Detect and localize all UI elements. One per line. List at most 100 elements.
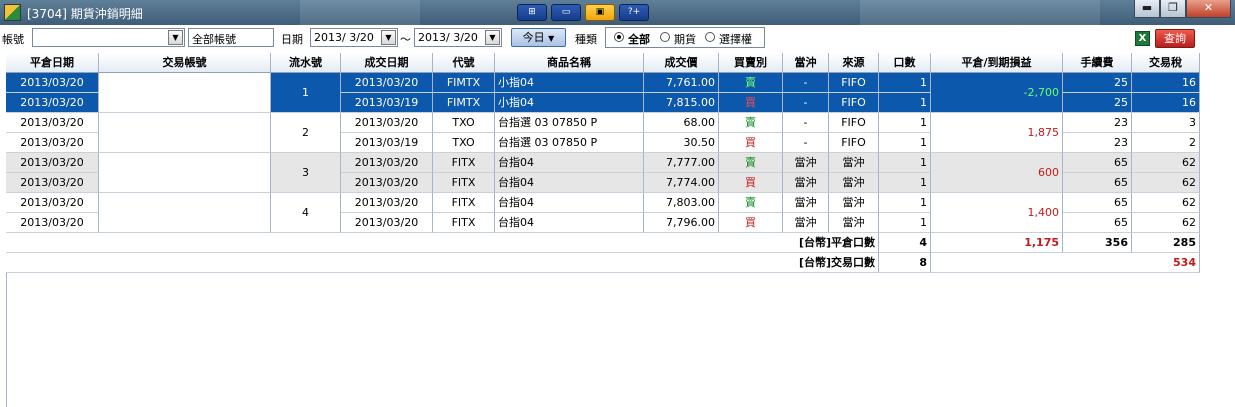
trade-date-cell[interactable]: 2013/03/20 <box>341 73 433 93</box>
seq-cell[interactable]: 1 <box>271 73 341 113</box>
column-header-price[interactable]: 成交價 <box>644 53 719 73</box>
daytrade-cell[interactable]: 當沖 <box>783 153 829 173</box>
window-button[interactable]: ▭ <box>551 4 581 21</box>
source-cell[interactable]: FIFO <box>829 73 879 93</box>
close-date-cell[interactable]: 2013/03/20 <box>6 213 99 233</box>
column-header-product-name[interactable]: 商品名稱 <box>495 53 644 73</box>
layout-button[interactable]: ⊞ <box>517 4 547 21</box>
price-cell[interactable]: 7,803.00 <box>644 193 719 213</box>
tax-cell[interactable]: 62 <box>1132 153 1200 173</box>
column-header-account[interactable]: 交易帳號 <box>99 53 271 73</box>
fee-cell[interactable]: 23 <box>1063 113 1132 133</box>
radio-options[interactable] <box>705 32 715 42</box>
seq-cell[interactable]: 2 <box>271 113 341 153</box>
chevron-down-icon[interactable]: ▼ <box>168 30 183 45</box>
trade-date-cell[interactable]: 2013/03/19 <box>341 133 433 153</box>
product-name-cell[interactable]: 台指04 <box>495 173 644 193</box>
code-cell[interactable]: FITX <box>433 213 495 233</box>
account-cell[interactable] <box>99 193 271 233</box>
close-button[interactable]: ✕ <box>1186 0 1231 18</box>
source-cell[interactable]: FIFO <box>829 133 879 153</box>
close-date-cell[interactable]: 2013/03/20 <box>6 73 99 93</box>
fee-cell[interactable]: 23 <box>1063 133 1132 153</box>
qty-cell[interactable]: 1 <box>879 133 931 153</box>
close-date-cell[interactable]: 2013/03/20 <box>6 133 99 153</box>
chevron-down-icon[interactable]: ▼ <box>381 30 396 45</box>
column-header-side[interactable]: 買賣別 <box>719 53 783 73</box>
product-name-cell[interactable]: 台指選 03 07850 P <box>495 133 644 153</box>
column-header-seq[interactable]: 流水號 <box>271 53 341 73</box>
trade-date-cell[interactable]: 2013/03/20 <box>341 193 433 213</box>
minimize-button[interactable]: ▬ <box>1134 0 1160 18</box>
fee-cell[interactable]: 65 <box>1063 213 1132 233</box>
qty-cell[interactable]: 1 <box>879 113 931 133</box>
account-cell[interactable] <box>99 73 271 113</box>
close-date-cell[interactable]: 2013/03/20 <box>6 113 99 133</box>
column-header-qty[interactable]: 口數 <box>879 53 931 73</box>
close-date-cell[interactable]: 2013/03/20 <box>6 93 99 113</box>
price-cell[interactable]: 7,777.00 <box>644 153 719 173</box>
product-name-cell[interactable]: 台指04 <box>495 193 644 213</box>
code-cell[interactable]: FIMTX <box>433 93 495 113</box>
side-cell[interactable]: 賣 <box>719 113 783 133</box>
query-button[interactable]: 查詢 <box>1155 29 1195 48</box>
side-cell[interactable]: 賣 <box>719 73 783 93</box>
code-cell[interactable]: FITX <box>433 153 495 173</box>
fee-cell[interactable]: 25 <box>1063 73 1132 93</box>
qty-cell[interactable]: 1 <box>879 173 931 193</box>
source-cell[interactable]: 當沖 <box>829 153 879 173</box>
column-header-close-date[interactable]: 平倉日期 <box>6 53 99 73</box>
column-header-tax[interactable]: 交易稅 <box>1132 53 1200 73</box>
seq-cell[interactable]: 4 <box>271 193 341 233</box>
daytrade-cell[interactable]: - <box>783 93 829 113</box>
radio-options-label[interactable]: 選擇權 <box>719 31 752 47</box>
daytrade-cell[interactable]: 當沖 <box>783 173 829 193</box>
source-cell[interactable]: FIFO <box>829 113 879 133</box>
trade-date-cell[interactable]: 2013/03/20 <box>341 173 433 193</box>
radio-all-label[interactable]: 全部 <box>628 31 650 47</box>
daytrade-cell[interactable]: 當沖 <box>783 213 829 233</box>
column-header-source[interactable]: 來源 <box>829 53 879 73</box>
column-header-code[interactable]: 代號 <box>433 53 495 73</box>
trade-date-cell[interactable]: 2013/03/19 <box>341 93 433 113</box>
tax-cell[interactable]: 16 <box>1132 73 1200 93</box>
help-button[interactable]: ?+ <box>619 4 649 21</box>
all-accounts-field[interactable]: 全部帳號 <box>188 28 274 47</box>
maximize-button[interactable]: ❐ <box>1160 0 1186 18</box>
price-cell[interactable]: 30.50 <box>644 133 719 153</box>
side-cell[interactable]: 賣 <box>719 153 783 173</box>
pin-button[interactable]: ▣ <box>585 4 615 21</box>
chevron-down-icon[interactable]: ▼ <box>485 30 500 45</box>
fee-cell[interactable]: 25 <box>1063 93 1132 113</box>
code-cell[interactable]: FIMTX <box>433 73 495 93</box>
side-cell[interactable]: 賣 <box>719 193 783 213</box>
source-cell[interactable]: 當沖 <box>829 213 879 233</box>
product-name-cell[interactable]: 台指選 03 07850 P <box>495 113 644 133</box>
tax-cell[interactable]: 3 <box>1132 113 1200 133</box>
fee-cell[interactable]: 65 <box>1063 193 1132 213</box>
qty-cell[interactable]: 1 <box>879 213 931 233</box>
product-name-cell[interactable]: 台指04 <box>495 213 644 233</box>
code-cell[interactable]: TXO <box>433 133 495 153</box>
product-name-cell[interactable]: 台指04 <box>495 153 644 173</box>
column-header-daytrade[interactable]: 當沖 <box>783 53 829 73</box>
date-to-picker[interactable]: 2013/ 3/20 ▼ <box>414 28 502 47</box>
account-select[interactable]: ▼ <box>32 28 185 47</box>
source-cell[interactable]: 當沖 <box>829 173 879 193</box>
tax-cell[interactable]: 2 <box>1132 133 1200 153</box>
tax-cell[interactable]: 62 <box>1132 193 1200 213</box>
pnl-cell[interactable]: 1,875 <box>931 113 1063 153</box>
tax-cell[interactable]: 16 <box>1132 93 1200 113</box>
fee-cell[interactable]: 65 <box>1063 153 1132 173</box>
close-date-cell[interactable]: 2013/03/20 <box>6 153 99 173</box>
pnl-cell[interactable]: -2,700 <box>931 73 1063 113</box>
source-cell[interactable]: 當沖 <box>829 193 879 213</box>
close-date-cell[interactable]: 2013/03/20 <box>6 193 99 213</box>
column-header-trade-date[interactable]: 成交日期 <box>341 53 433 73</box>
radio-all[interactable] <box>614 32 624 42</box>
side-cell[interactable]: 買 <box>719 133 783 153</box>
product-name-cell[interactable]: 小指04 <box>495 93 644 113</box>
account-cell[interactable] <box>99 153 271 193</box>
qty-cell[interactable]: 1 <box>879 93 931 113</box>
side-cell[interactable]: 買 <box>719 173 783 193</box>
